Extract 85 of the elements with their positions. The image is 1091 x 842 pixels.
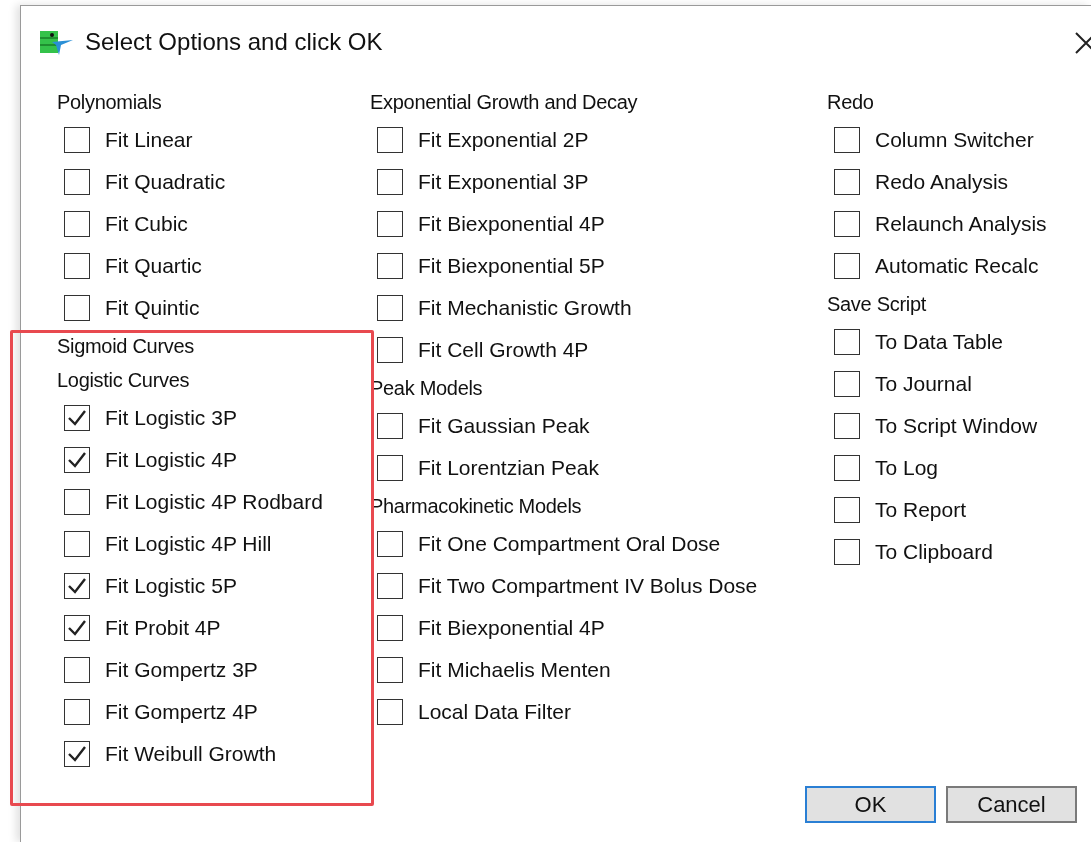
checkbox-label[interactable]: Column Switcher	[875, 124, 1034, 156]
checkbox[interactable]	[834, 497, 860, 523]
checkbox[interactable]	[64, 295, 90, 321]
checkbox-label[interactable]: Fit Exponential 2P	[418, 124, 589, 156]
checkbox-label[interactable]: Fit Quadratic	[105, 166, 226, 198]
checkbox-label[interactable]: To Journal	[875, 368, 972, 400]
checkbox-label[interactable]: Fit Gompertz 3P	[105, 654, 258, 686]
checkbox[interactable]	[377, 253, 403, 279]
checkbox[interactable]	[834, 211, 860, 237]
checkbox-label[interactable]: Fit Two Compartment IV Bolus Dose	[418, 570, 758, 602]
checkbox[interactable]	[64, 657, 90, 683]
checkbox-label[interactable]: To Data Table	[875, 326, 1004, 358]
checkbox-label[interactable]: Automatic Recalc	[875, 250, 1039, 282]
checkbox[interactable]	[64, 573, 90, 599]
checkbox-label[interactable]: To Script Window	[875, 410, 1038, 442]
checkbox[interactable]	[834, 413, 860, 439]
checkbox-label[interactable]: Fit Logistic 3P	[105, 402, 237, 434]
checkbox-label[interactable]: Fit Mechanistic Growth	[418, 292, 632, 324]
checkbox[interactable]	[377, 615, 403, 641]
checkbox[interactable]	[834, 371, 860, 397]
checkbox-label[interactable]: Fit Biexponential 5P	[418, 250, 605, 282]
checkbox-label[interactable]: Relaunch Analysis	[875, 208, 1047, 240]
checkbox[interactable]	[64, 489, 90, 515]
checkbox-label[interactable]: Fit Quintic	[105, 292, 200, 324]
checkbox[interactable]	[377, 699, 403, 725]
section-heading: Sigmoid Curves	[57, 334, 194, 359]
checkbox[interactable]	[64, 211, 90, 237]
checkbox[interactable]	[64, 127, 90, 153]
close-icon[interactable]	[1075, 32, 1091, 54]
checkbox-label[interactable]: To Clipboard	[875, 536, 993, 568]
checkbox-label[interactable]: Fit Weibull Growth	[105, 738, 277, 770]
checkbox[interactable]	[377, 657, 403, 683]
checkbox[interactable]	[64, 741, 90, 767]
checkbox[interactable]	[377, 295, 403, 321]
checkbox[interactable]	[64, 253, 90, 279]
checkbox-label[interactable]: Fit Probit 4P	[105, 612, 221, 644]
checkbox[interactable]	[834, 329, 860, 355]
section-heading: Save Script	[827, 292, 926, 317]
checkbox[interactable]	[377, 337, 403, 363]
checkbox-label[interactable]: Fit Exponential 3P	[418, 166, 589, 198]
checkbox-label[interactable]: Fit Cubic	[105, 208, 188, 240]
checkbox[interactable]	[377, 413, 403, 439]
checkbox[interactable]	[834, 127, 860, 153]
checkbox-label[interactable]: Fit Logistic 5P	[105, 570, 237, 602]
checkbox[interactable]	[64, 699, 90, 725]
section-heading: Pharmacokinetic Models	[370, 494, 582, 519]
checkbox-label[interactable]: To Report	[875, 494, 967, 526]
checkbox-label[interactable]: Fit Linear	[105, 124, 193, 156]
checkbox-label[interactable]: Fit Logistic 4P Rodbard	[105, 486, 323, 518]
section-heading: Polynomials	[57, 90, 162, 115]
checkbox-label[interactable]: Fit Michaelis Menten	[418, 654, 611, 686]
checkbox-label[interactable]: Fit Biexponential 4P	[418, 208, 605, 240]
checkbox[interactable]	[377, 211, 403, 237]
cancel-button[interactable]: Cancel	[946, 786, 1077, 823]
checkbox[interactable]	[834, 539, 860, 565]
checkbox-label[interactable]: To Log	[875, 452, 939, 484]
checkbox[interactable]	[834, 253, 860, 279]
checkbox-label[interactable]: Redo Analysis	[875, 166, 1009, 198]
ok-button[interactable]: OK	[805, 786, 936, 823]
checkbox-label[interactable]: Fit Cell Growth 4P	[418, 334, 589, 366]
checkbox[interactable]	[377, 169, 403, 195]
checkbox[interactable]	[377, 531, 403, 557]
checkbox[interactable]	[377, 127, 403, 153]
window-title: Select Options and click OK	[85, 26, 383, 57]
checkbox[interactable]	[377, 573, 403, 599]
checkbox[interactable]	[64, 447, 90, 473]
checkbox-label[interactable]: Fit Lorentzian Peak	[418, 452, 599, 484]
checkbox[interactable]	[64, 405, 90, 431]
checkbox-label[interactable]: Fit Quartic	[105, 250, 202, 282]
checkbox[interactable]	[64, 531, 90, 557]
section-heading: Logistic Curves	[57, 368, 190, 393]
checkbox[interactable]	[834, 455, 860, 481]
checkbox-label[interactable]: Fit Biexponential 4P	[418, 612, 605, 644]
checkbox[interactable]	[64, 169, 90, 195]
checkbox[interactable]	[834, 169, 860, 195]
checkbox[interactable]	[377, 455, 403, 481]
checkbox-label[interactable]: Fit Logistic 4P	[105, 444, 237, 476]
checkbox-label[interactable]: Fit Gaussian Peak	[418, 410, 590, 442]
checkbox-label[interactable]: Fit Gompertz 4P	[105, 696, 258, 728]
checkbox-label[interactable]: Local Data Filter	[418, 696, 571, 728]
section-heading: Exponential Growth and Decay	[370, 90, 638, 115]
checkbox-label[interactable]: Fit Logistic 4P Hill	[105, 528, 272, 560]
checkbox-label[interactable]: Fit One Compartment Oral Dose	[418, 528, 721, 560]
section-heading: Redo	[827, 90, 874, 115]
checkbox[interactable]	[64, 615, 90, 641]
